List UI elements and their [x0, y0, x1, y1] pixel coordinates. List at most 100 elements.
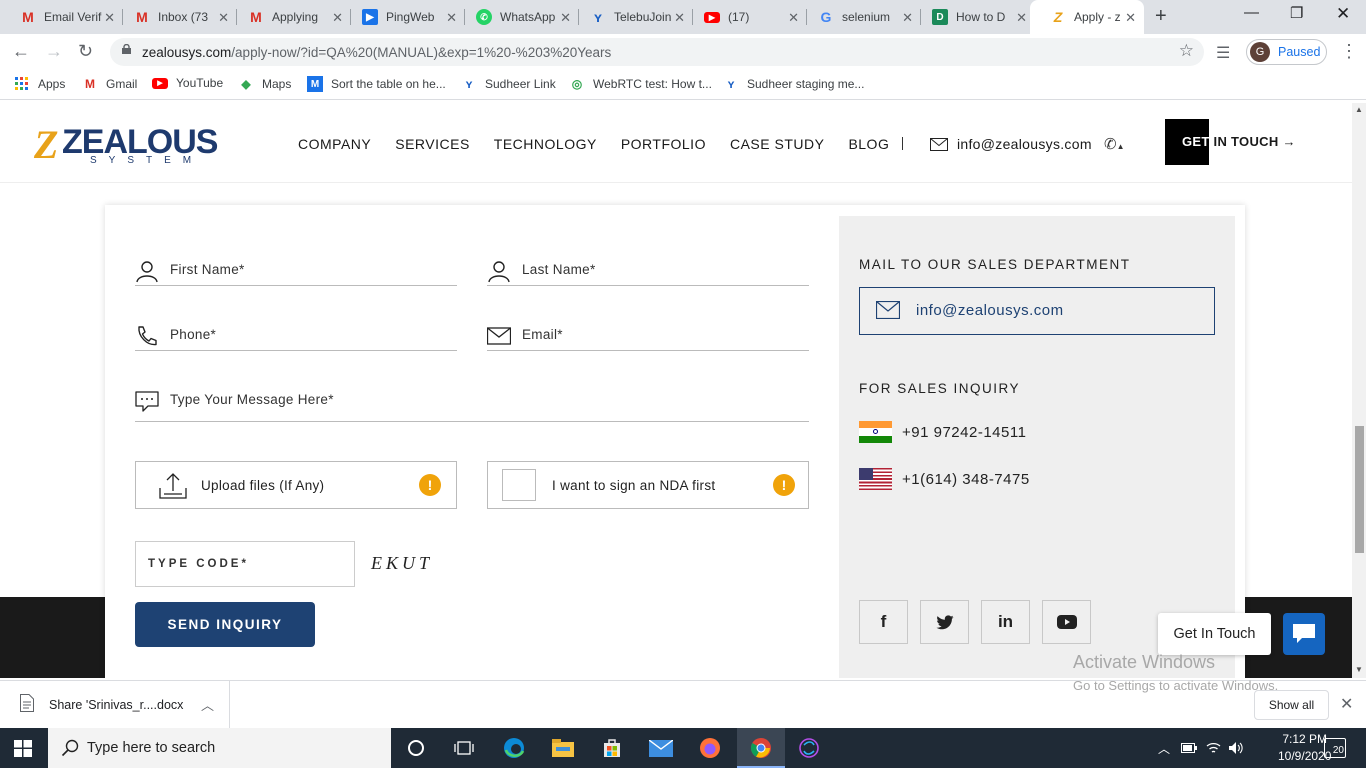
notification-center-icon[interactable]: 20 — [1324, 738, 1346, 758]
browser-tab-strip: M Email Verifi ✕ M Inbox (73 ✕ M Applyin… — [0, 0, 1366, 34]
google-icon: G — [820, 9, 832, 25]
show-all-button[interactable]: Show all — [1254, 690, 1329, 720]
bookmark-youtube[interactable]: ▶ YouTube — [152, 76, 223, 90]
info-warning-icon[interactable]: ! — [419, 474, 441, 496]
twitter-icon[interactable] — [920, 600, 969, 644]
bookmark-sort-table[interactable]: M Sort the table on he... — [307, 76, 446, 92]
bookmark-star-icon[interactable]: ☆ — [1179, 41, 1194, 61]
wifi-icon[interactable] — [1206, 741, 1221, 755]
chat-button[interactable] — [1283, 613, 1325, 655]
last-name-field[interactable]: Last Name* — [487, 256, 809, 286]
tab-label: (17) — [728, 10, 750, 24]
nav-blog[interactable]: BLOG — [848, 136, 889, 152]
menu-kebab-icon[interactable]: ⋮ — [1340, 41, 1358, 62]
info-warning-icon[interactable]: ! — [773, 474, 795, 496]
pingweb-icon: ▶ — [362, 9, 378, 25]
chevron-up-icon[interactable]: ︿ — [201, 695, 214, 714]
scroll-up-icon[interactable]: ▲ — [1355, 105, 1363, 114]
window-close-button[interactable]: ✕ — [1336, 4, 1350, 24]
new-tab-button[interactable]: + — [1155, 5, 1167, 28]
mail-app-icon[interactable] — [649, 736, 673, 760]
page-scrollbar[interactable]: ▲ ▼ — [1352, 103, 1366, 678]
sales-heading: FOR SALES INQUIRY — [859, 381, 1021, 396]
upload-icon — [159, 473, 187, 499]
windows-start-icon[interactable] — [14, 740, 32, 757]
header-email-link[interactable]: info@zealousys.com — [930, 136, 1092, 152]
file-explorer-icon[interactable] — [551, 736, 575, 760]
tab-email-verify[interactable]: M Email Verifi ✕ — [0, 0, 123, 34]
tab-telebu[interactable]: ʏ TelebuJoin ✕ — [570, 0, 693, 34]
edge-icon[interactable] — [502, 736, 526, 760]
whatsapp-icon: ✆ — [476, 9, 492, 25]
tab-apply-zealous[interactable]: Z Apply - z ✕ — [1030, 0, 1144, 34]
reading-list-icon[interactable]: ☰ — [1216, 43, 1230, 63]
nda-option: I want to sign an NDA first ! — [487, 461, 809, 509]
nav-divider — [902, 137, 903, 150]
facebook-icon[interactable]: f — [859, 600, 908, 644]
message-field[interactable]: Type Your Message Here* — [135, 386, 809, 422]
battery-icon[interactable] — [1181, 743, 1197, 753]
floating-get-in-touch[interactable]: Get In Touch — [1158, 613, 1271, 655]
bookmark-apps[interactable]: Apps — [14, 76, 65, 92]
zealous-logo[interactable]: Z ZEALOUS SYSTEM — [34, 121, 218, 169]
nav-company[interactable]: COMPANY — [298, 136, 371, 152]
m-icon: M — [307, 76, 323, 92]
bookmark-maps[interactable]: ◆ Maps — [238, 76, 291, 92]
chrome-icon[interactable] — [749, 736, 773, 760]
send-inquiry-button[interactable]: SEND INQUIRY — [135, 602, 315, 647]
download-item[interactable]: Share 'Srinivas_r....docx ︿ — [0, 681, 230, 729]
scroll-down-icon[interactable]: ▼ — [1355, 665, 1363, 674]
tab-selenium[interactable]: G selenium ✕ — [798, 0, 921, 34]
firefox-icon[interactable] — [698, 736, 722, 760]
phone-usa[interactable]: +1(614) 348-7475 — [859, 468, 1030, 490]
address-bar[interactable]: zealousys.com/apply-now/?id=QA%20(MANUAL… — [110, 38, 1204, 66]
volume-icon[interactable] — [1228, 741, 1244, 755]
phone-field[interactable]: Phone* — [135, 321, 457, 351]
bookmark-sudheer-staging[interactable]: ʏ Sudheer staging me... — [723, 76, 865, 92]
phone-dropdown-icon[interactable]: ✆▲ — [1104, 135, 1125, 153]
tab-pingweb[interactable]: ▶ PingWeb ✕ — [342, 0, 465, 34]
linkedin-icon[interactable]: in — [981, 600, 1030, 644]
first-name-field[interactable]: First Name* — [135, 256, 457, 286]
close-icon[interactable]: ✕ — [1340, 694, 1353, 714]
back-button[interactable]: ← — [12, 41, 30, 62]
bookmark-gmail[interactable]: M Gmail — [82, 76, 137, 92]
cortana-icon[interactable] — [404, 736, 428, 760]
bookmark-webrtc[interactable]: ◎ WebRTC test: How t... — [569, 76, 712, 92]
nav-technology[interactable]: TECHNOLOGY — [494, 136, 597, 152]
store-icon[interactable] — [600, 736, 624, 760]
task-view-icon[interactable] — [452, 736, 476, 760]
profile-status: Paused — [1278, 45, 1321, 59]
taskbar-search[interactable]: Type here to search — [48, 728, 391, 768]
tab-how-to[interactable]: D How to D ✕ — [912, 0, 1035, 34]
reload-button[interactable]: ↻ — [78, 41, 93, 62]
windows-taskbar: Type here to search ︿ 7:12 PM 10/9/2020 … — [0, 728, 1366, 768]
sales-email-link[interactable]: info@zealousys.com — [859, 287, 1215, 335]
tab-applying[interactable]: M Applying ✕ — [228, 0, 351, 34]
phone-india[interactable]: +91 97242-14511 — [859, 421, 1026, 443]
captcha-image: EKUT — [371, 553, 434, 573]
scrollbar-thumb[interactable] — [1355, 426, 1364, 553]
minimize-button[interactable]: — — [1244, 4, 1259, 21]
restore-button[interactable]: ❐ — [1290, 4, 1303, 22]
nav-portfolio[interactable]: PORTFOLIO — [621, 136, 706, 152]
nda-checkbox[interactable] — [502, 469, 536, 501]
tab-label: Inbox (73 — [158, 10, 209, 24]
app-switch-icon[interactable] — [797, 736, 821, 760]
close-icon[interactable]: ✕ — [1125, 10, 1136, 26]
profile-button[interactable]: G Paused — [1246, 39, 1327, 65]
tab-youtube[interactable]: ▶ (17) ✕ — [684, 0, 807, 34]
get-in-touch-label[interactable]: GET IN TOUCH → — [1182, 134, 1296, 149]
youtube-icon[interactable] — [1042, 600, 1091, 644]
forward-button[interactable]: → — [45, 41, 63, 62]
email-field[interactable]: Email* — [487, 321, 809, 351]
upload-files-button[interactable]: Upload files (If Any) ! — [135, 461, 457, 509]
tab-whatsapp[interactable]: ✆ WhatsApp ✕ — [456, 0, 579, 34]
close-icon[interactable]: ✕ — [1016, 10, 1027, 26]
captcha-input[interactable]: TYPE CODE* — [135, 541, 355, 587]
bookmark-sudheer-link[interactable]: ʏ Sudheer Link — [461, 76, 556, 92]
tab-inbox[interactable]: M Inbox (73 ✕ — [114, 0, 237, 34]
tray-overflow-icon[interactable]: ︿ — [1158, 740, 1170, 757]
nav-case-study[interactable]: CASE STUDY — [730, 136, 824, 152]
nav-services[interactable]: SERVICES — [395, 136, 470, 152]
